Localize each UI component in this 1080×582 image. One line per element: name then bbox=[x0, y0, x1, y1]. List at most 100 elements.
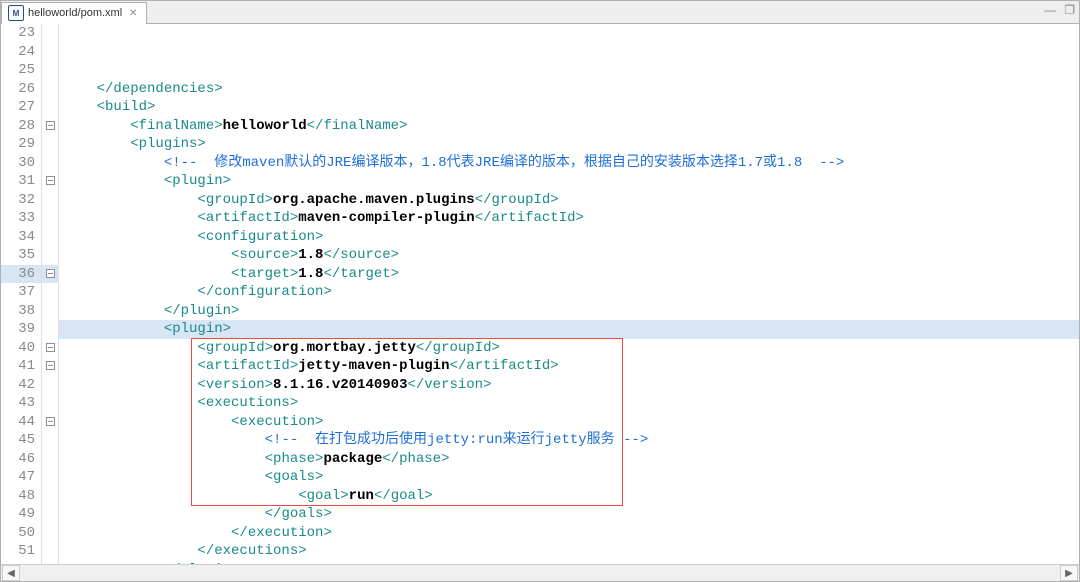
code-line[interactable]: <plugin> bbox=[59, 320, 1079, 339]
code-line[interactable]: </execution> bbox=[59, 524, 1079, 543]
code-line[interactable]: <configuration> bbox=[59, 228, 1079, 247]
line-number: 51 bbox=[1, 542, 41, 561]
fold-gutter-cell bbox=[42, 246, 58, 265]
line-number: 34 bbox=[1, 228, 41, 247]
fold-gutter-cell[interactable] bbox=[42, 413, 58, 432]
token-tag: </executions> bbox=[197, 543, 306, 559]
fold-gutter-cell bbox=[42, 61, 58, 80]
code-line[interactable]: </executions> bbox=[59, 542, 1079, 561]
token-tag: </plugin> bbox=[164, 303, 240, 319]
close-icon[interactable]: ✕ bbox=[128, 8, 138, 18]
code-line[interactable]: </plugin> bbox=[59, 302, 1079, 321]
line-number: 26 bbox=[1, 80, 41, 99]
token-tag: <groupId> bbox=[197, 192, 273, 208]
fold-minus-icon[interactable] bbox=[46, 176, 55, 185]
scroll-right-icon[interactable]: ▶ bbox=[1060, 565, 1078, 581]
code-line[interactable]: <artifactId>maven-compiler-plugin</artif… bbox=[59, 209, 1079, 228]
token-tag: <build> bbox=[97, 99, 156, 115]
token-tag: <plugin> bbox=[164, 321, 231, 337]
code-line[interactable]: <goal>run</goal> bbox=[59, 487, 1079, 506]
maven-file-icon: M bbox=[8, 5, 24, 21]
line-number: 33 bbox=[1, 209, 41, 228]
fold-minus-icon[interactable] bbox=[46, 417, 55, 426]
token-tag: <plugin> bbox=[164, 173, 231, 189]
token-tag: </artifactId> bbox=[475, 210, 584, 226]
fold-gutter-cell bbox=[42, 209, 58, 228]
token-txt: helloworld bbox=[223, 118, 307, 134]
line-number: 46 bbox=[1, 450, 41, 469]
fold-minus-icon[interactable] bbox=[46, 343, 55, 352]
fold-gutter-cell[interactable] bbox=[42, 357, 58, 376]
token-tag: </configuration> bbox=[197, 284, 331, 300]
line-number: 41 bbox=[1, 357, 41, 376]
fold-gutter-cell[interactable] bbox=[42, 339, 58, 358]
fold-gutter-cell bbox=[42, 228, 58, 247]
token-tag: </source> bbox=[323, 247, 399, 263]
token-tag: <artifactId> bbox=[197, 210, 298, 226]
fold-gutter-cell bbox=[42, 394, 58, 413]
line-number: 31 bbox=[1, 172, 41, 191]
code-line[interactable]: <execution> bbox=[59, 413, 1079, 432]
code-line[interactable]: </dependencies> bbox=[59, 80, 1079, 99]
code-line[interactable]: <phase>package</phase> bbox=[59, 450, 1079, 469]
code-line[interactable]: <!-- 修改maven默认的JRE编译版本，1.8代表JRE编译的版本，根据自… bbox=[59, 154, 1079, 173]
fold-gutter-cell[interactable] bbox=[42, 172, 58, 191]
code-line[interactable]: <groupId>org.apache.maven.plugins</group… bbox=[59, 191, 1079, 210]
token-tag: </execution> bbox=[231, 525, 332, 541]
code-editor[interactable]: 2324252627282930313233343536373839404142… bbox=[1, 24, 1079, 564]
token-tag: <plugins> bbox=[130, 136, 206, 152]
code-line[interactable]: <groupId>org.mortbay.jetty</groupId> bbox=[59, 339, 1079, 358]
code-line[interactable]: </configuration> bbox=[59, 283, 1079, 302]
minimize-icon[interactable]: — bbox=[1044, 3, 1056, 17]
fold-minus-icon[interactable] bbox=[46, 269, 55, 278]
line-number-gutter: 2324252627282930313233343536373839404142… bbox=[1, 24, 42, 564]
fold-minus-icon[interactable] bbox=[46, 121, 55, 130]
line-number: 36 bbox=[1, 265, 41, 284]
line-number: 30 bbox=[1, 154, 41, 173]
code-line[interactable]: <version>8.1.16.v20140903</version> bbox=[59, 376, 1079, 395]
token-txt: 1.8 bbox=[298, 247, 323, 263]
code-line[interactable]: <target>1.8</target> bbox=[59, 265, 1079, 284]
code-line[interactable]: </goals> bbox=[59, 505, 1079, 524]
fold-gutter-cell bbox=[42, 505, 58, 524]
code-line[interactable]: <source>1.8</source> bbox=[59, 246, 1079, 265]
scroll-left-icon[interactable]: ◀ bbox=[2, 565, 20, 581]
token-txt: org.mortbay.jetty bbox=[273, 340, 416, 356]
fold-gutter-cell bbox=[42, 320, 58, 339]
fold-gutter-cell bbox=[42, 283, 58, 302]
line-number: 25 bbox=[1, 61, 41, 80]
line-number: 24 bbox=[1, 43, 41, 62]
horizontal-scrollbar[interactable]: ◀ ▶ bbox=[1, 564, 1079, 581]
token-txt: run bbox=[349, 488, 374, 504]
fold-gutter-cell[interactable] bbox=[42, 265, 58, 284]
editor-tab-pom[interactable]: M helloworld/pom.xml ✕ bbox=[1, 2, 147, 24]
code-line[interactable]: <finalName>helloworld</finalName> bbox=[59, 117, 1079, 136]
fold-gutter-cell[interactable] bbox=[42, 117, 58, 136]
editor-window: M helloworld/pom.xml ✕ — ❐ 2324252627282… bbox=[0, 0, 1080, 582]
code-area[interactable]: </dependencies> <build> <finalName>hello… bbox=[59, 24, 1079, 564]
line-number: 49 bbox=[1, 505, 41, 524]
code-line[interactable]: <plugins> bbox=[59, 135, 1079, 154]
fold-gutter-cell bbox=[42, 561, 58, 565]
maximize-icon[interactable]: ❐ bbox=[1064, 3, 1075, 17]
code-line[interactable]: <!-- 在打包成功后使用jetty:run来运行jetty服务 --> bbox=[59, 431, 1079, 450]
fold-gutter-cell bbox=[42, 154, 58, 173]
code-line[interactable]: <goals> bbox=[59, 468, 1079, 487]
token-tag: </phase> bbox=[382, 451, 449, 467]
code-line[interactable]: <build> bbox=[59, 98, 1079, 117]
code-line[interactable]: <plugin> bbox=[59, 172, 1079, 191]
code-line[interactable]: <artifactId>jetty-maven-plugin</artifact… bbox=[59, 357, 1079, 376]
token-tag: <groupId> bbox=[197, 340, 273, 356]
code-line[interactable]: <executions> bbox=[59, 394, 1079, 413]
editor-body: 2324252627282930313233343536373839404142… bbox=[1, 24, 1079, 581]
code-line[interactable]: </plugin> bbox=[59, 561, 1079, 565]
line-number: 29 bbox=[1, 135, 41, 154]
fold-minus-icon[interactable] bbox=[46, 361, 55, 370]
line-number: 47 bbox=[1, 468, 41, 487]
line-number: 35 bbox=[1, 246, 41, 265]
fold-column[interactable] bbox=[42, 24, 59, 564]
token-tag: </version> bbox=[407, 377, 491, 393]
token-tag: </groupId> bbox=[475, 192, 559, 208]
token-tag: </goals> bbox=[265, 506, 332, 522]
editor-tabbar: M helloworld/pom.xml ✕ — ❐ bbox=[1, 1, 1079, 24]
